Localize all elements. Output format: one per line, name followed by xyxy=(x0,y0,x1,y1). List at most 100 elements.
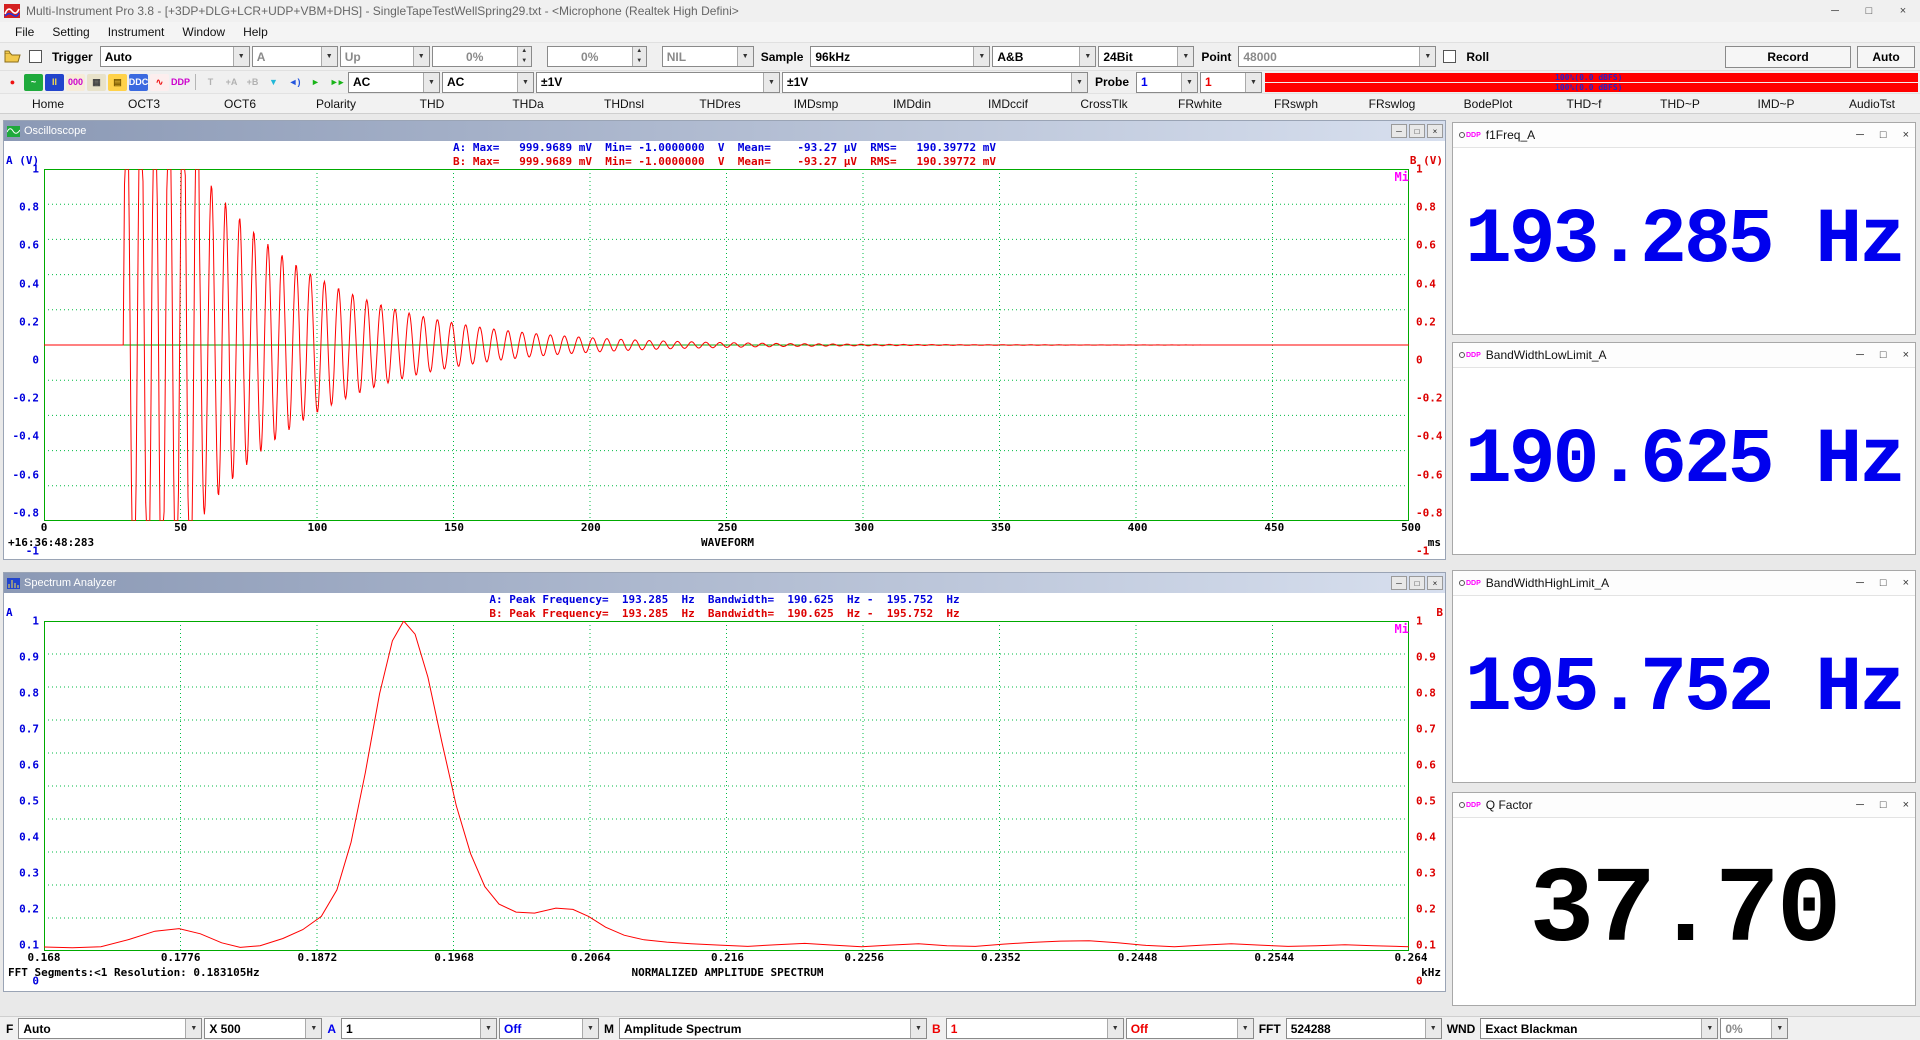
record-icon[interactable]: ● xyxy=(3,74,22,91)
fft-size-select[interactable]: 524288▼ xyxy=(1286,1018,1442,1039)
menu-file[interactable]: File xyxy=(6,23,43,41)
signal-generator-icon[interactable]: ∿ xyxy=(150,74,169,91)
tab-thd[interactable]: THD xyxy=(384,94,480,113)
ddp-restore-button[interactable]: □ xyxy=(1880,349,1887,361)
tab-thd~f[interactable]: THD~f xyxy=(1536,94,1632,113)
spinner-arrows-icon[interactable]: ▲▼ xyxy=(632,47,646,66)
probe-drop-icon[interactable]: ▼ xyxy=(264,74,283,91)
spectrum-restore-button[interactable]: □ xyxy=(1409,576,1425,590)
menu-help[interactable]: Help xyxy=(234,23,277,41)
sample-rate-select[interactable]: 96kHz▼ xyxy=(810,46,990,67)
roll-checkbox[interactable] xyxy=(1443,50,1456,63)
bit-depth-select[interactable]: 24Bit▼ xyxy=(1098,46,1194,67)
tab-thda[interactable]: THDa xyxy=(480,94,576,113)
probe-b-select[interactable]: 1▼ xyxy=(1200,72,1262,93)
play-loop-icon[interactable]: ►▸ xyxy=(327,74,346,91)
scope-minimize-button[interactable]: ─ xyxy=(1391,124,1407,138)
spectrum-minimize-button[interactable]: ─ xyxy=(1391,576,1407,590)
tab-frswlog[interactable]: FRswlog xyxy=(1344,94,1440,113)
data-logger-icon[interactable]: ▤ xyxy=(108,74,127,91)
oscilloscope-plot[interactable]: Mi xyxy=(44,169,1411,521)
ddp-close-button[interactable]: × xyxy=(1903,799,1909,811)
menu-setting[interactable]: Setting xyxy=(43,23,98,41)
tab-bodeplot[interactable]: BodePlot xyxy=(1440,94,1536,113)
ddp-restore-button[interactable]: □ xyxy=(1880,799,1887,811)
maximize-button[interactable]: □ xyxy=(1852,0,1886,22)
trigger-edge-select[interactable]: Up▼ xyxy=(340,46,430,67)
tab-polarity[interactable]: Polarity xyxy=(288,94,384,113)
tab-thdres[interactable]: THDres xyxy=(672,94,768,113)
points-select[interactable]: 48000▼ xyxy=(1238,46,1436,67)
trigger-delay-spinner[interactable]: 0% ▲▼ xyxy=(547,46,647,67)
titlebar[interactable]: Multi-Instrument Pro 3.8 - [+3DP+DLG+LCR… xyxy=(0,0,1920,22)
window-function-select[interactable]: Exact Blackman▼ xyxy=(1480,1018,1718,1039)
ddp-viewer-icon[interactable]: DDP xyxy=(171,74,190,91)
tab-frwhite[interactable]: FRwhite xyxy=(1152,94,1248,113)
close-button[interactable]: × xyxy=(1886,0,1920,22)
trigger-source-select[interactable]: A▼ xyxy=(252,46,338,67)
tab-imdccif[interactable]: IMDccif xyxy=(960,94,1056,113)
record-button[interactable]: Record xyxy=(1725,46,1851,68)
scope-close-button[interactable]: × xyxy=(1427,124,1443,138)
ddp-restore-button[interactable]: □ xyxy=(1880,577,1887,589)
tab-oct6[interactable]: OCT6 xyxy=(192,94,288,113)
overlap-select[interactable]: 0%▼ xyxy=(1720,1018,1788,1039)
spectrum-plot[interactable]: Mi xyxy=(44,621,1411,951)
display-mode-select[interactable]: Amplitude Spectrum▼ xyxy=(619,1018,927,1039)
ddp-minimize-button[interactable]: ─ xyxy=(1856,349,1864,361)
menu-instrument[interactable]: Instrument xyxy=(99,23,174,41)
tab-crosstlk[interactable]: CrossTlk xyxy=(1056,94,1152,113)
a-scale-select[interactable]: 1▼ xyxy=(341,1018,497,1039)
open-file-icon[interactable] xyxy=(3,48,22,65)
a-processing-select[interactable]: Off▼ xyxy=(499,1018,599,1039)
ddp-titlebar[interactable]: DDP f1Freq_A ─ □ × xyxy=(1453,123,1915,148)
ddp-close-button[interactable]: × xyxy=(1903,577,1909,589)
spectrum-titlebar[interactable]: Spectrum Analyzer ─ □ × xyxy=(4,573,1445,593)
trigger-mode-select[interactable]: Auto▼ xyxy=(100,46,250,67)
spectrum-3d-plot-icon[interactable]: ▦ xyxy=(87,74,106,91)
trigger-checkbox[interactable] xyxy=(29,50,42,63)
freq-axis-mode-select[interactable]: Auto▼ xyxy=(18,1018,202,1039)
b-processing-select[interactable]: Off▼ xyxy=(1126,1018,1254,1039)
tab-audiotst[interactable]: AudioTst xyxy=(1824,94,1920,113)
ddp-minimize-button[interactable]: ─ xyxy=(1856,129,1864,141)
ddp-minimize-button[interactable]: ─ xyxy=(1856,799,1864,811)
tab-imddin[interactable]: IMDdin xyxy=(864,94,960,113)
range-b-select[interactable]: ±1V▼ xyxy=(782,72,1088,93)
minimize-button[interactable]: ─ xyxy=(1818,0,1852,22)
tab-frswph[interactable]: FRswph xyxy=(1248,94,1344,113)
ddp-close-button[interactable]: × xyxy=(1903,349,1909,361)
tab-home[interactable]: Home xyxy=(0,94,96,113)
zoom-factor-select[interactable]: X 500▼ xyxy=(204,1018,322,1039)
speaker-icon[interactable]: ◄) xyxy=(285,74,304,91)
trigger-frequency-select[interactable]: NIL▼ xyxy=(662,46,754,67)
b-scale-select[interactable]: 1▼ xyxy=(946,1018,1124,1039)
range-a-select[interactable]: ±1V▼ xyxy=(536,72,780,93)
tab-imd~p[interactable]: IMD~P xyxy=(1728,94,1824,113)
menu-window[interactable]: Window xyxy=(173,23,234,41)
spinner-arrows-icon[interactable]: ▲▼ xyxy=(517,47,531,66)
trigger-level-spinner[interactable]: 0% ▲▼ xyxy=(432,46,532,67)
tab-oct3[interactable]: OCT3 xyxy=(96,94,192,113)
ddp-minimize-button[interactable]: ─ xyxy=(1856,577,1864,589)
ddp-titlebar[interactable]: DDP BandWidthHighLimit_A ─ □ × xyxy=(1453,571,1915,596)
scope-restore-button[interactable]: □ xyxy=(1409,124,1425,138)
ddp-titlebar[interactable]: DDP BandWidthLowLimit_A ─ □ × xyxy=(1453,343,1915,368)
oscilloscope-icon[interactable]: ~ xyxy=(24,74,43,91)
ddp-restore-button[interactable]: □ xyxy=(1880,129,1887,141)
ddp-titlebar[interactable]: DDP Q Factor ─ □ × xyxy=(1453,793,1915,818)
probe-a-select[interactable]: 1▼ xyxy=(1136,72,1198,93)
spectrum-analyzer-icon[interactable]: ll xyxy=(45,74,64,91)
channels-select[interactable]: A&B▼ xyxy=(992,46,1096,67)
tab-thdnsl[interactable]: THDnsl xyxy=(576,94,672,113)
coupling-b-select[interactable]: AC▼ xyxy=(442,72,534,93)
play-icon[interactable]: ► xyxy=(306,74,325,91)
derived-data-curve-icon[interactable]: DDC xyxy=(129,74,148,91)
tab-imdsmp[interactable]: IMDsmp xyxy=(768,94,864,113)
spectrum-close-button[interactable]: × xyxy=(1427,576,1443,590)
multimeter-icon[interactable]: 000 xyxy=(66,74,85,91)
auto-button[interactable]: Auto xyxy=(1857,46,1915,68)
oscilloscope-titlebar[interactable]: Oscilloscope ─ □ × xyxy=(4,121,1445,141)
ddp-close-button[interactable]: × xyxy=(1903,129,1909,141)
tab-thd~p[interactable]: THD~P xyxy=(1632,94,1728,113)
